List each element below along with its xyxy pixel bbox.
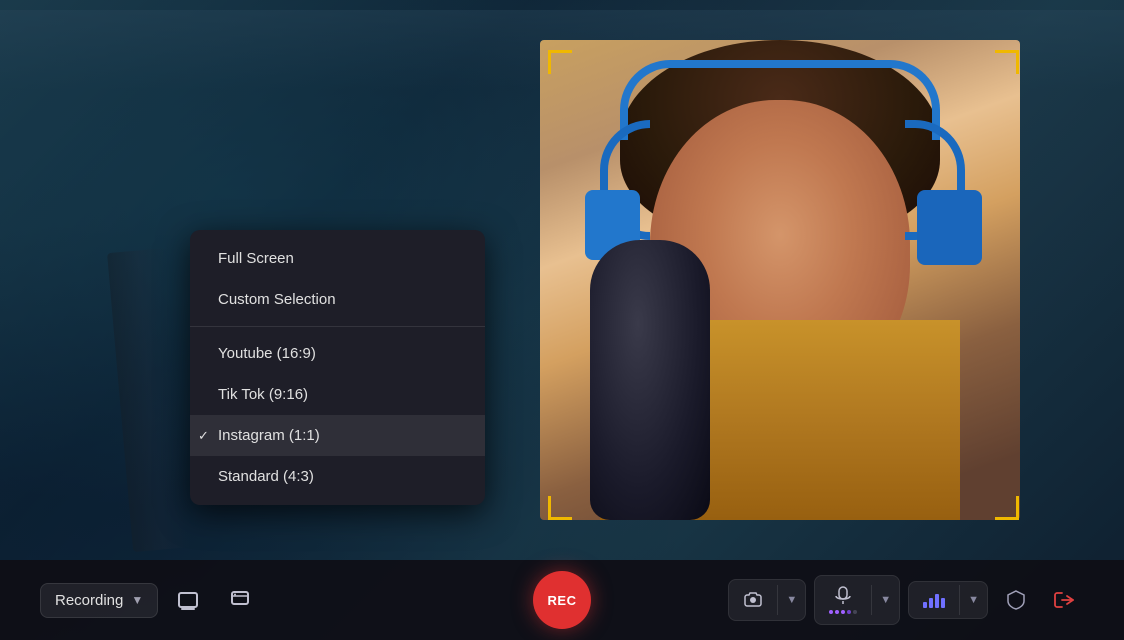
signal-bar-3 <box>935 594 939 608</box>
mic-dot-3 <box>841 610 845 614</box>
ear-cup-right <box>917 190 982 265</box>
shield-button[interactable] <box>996 580 1036 620</box>
toolbar-left: Recording ▼ <box>40 582 258 618</box>
camera-icon <box>743 590 763 610</box>
camera-chevron[interactable]: ▼ <box>778 584 805 616</box>
rec-label: REC <box>548 593 577 608</box>
audio-level-control-group: ▼ <box>908 581 988 619</box>
mic-level-dots <box>829 610 857 614</box>
capture-mode-dropdown: Full Screen Custom Selection Youtube (16… <box>190 230 485 505</box>
window-capture-icon <box>229 589 251 611</box>
frame-corner-tr <box>995 50 1019 74</box>
menu-item-tiktok[interactable]: Tik Tok (9:16) <box>190 374 485 415</box>
menu-item-youtube-label: Youtube (16:9) <box>218 345 316 362</box>
frame-corner-bl <box>548 496 572 520</box>
mic-control-group: ▼ <box>814 575 900 625</box>
window-capture-button[interactable] <box>222 582 258 618</box>
shield-icon <box>1005 589 1027 611</box>
frame-corner-tl <box>548 50 572 74</box>
mic-foreground <box>590 240 710 520</box>
recording-label: Recording <box>55 592 123 609</box>
check-icon: ✓ <box>198 428 209 444</box>
mic-dot-2 <box>835 610 839 614</box>
signal-bar-1 <box>923 602 927 608</box>
toolbar-icons <box>170 582 258 618</box>
screen-capture-button[interactable] <box>170 582 206 618</box>
frame-corner-br <box>995 496 1019 520</box>
screen-capture-icon <box>177 589 199 611</box>
menu-item-instagram-label: Instagram (1:1) <box>218 427 320 444</box>
toolbar: Recording ▼ REC <box>0 560 1124 640</box>
mic-dot-1 <box>829 610 833 614</box>
menu-item-standard-label: Standard (4:3) <box>218 468 314 485</box>
chevron-down-icon: ▼ <box>131 593 143 607</box>
audio-level-button[interactable] <box>909 582 959 618</box>
camera-preview <box>540 40 1020 520</box>
mic-dot-5 <box>853 610 857 614</box>
toolbar-right: ▼ ▼ <box>728 575 1084 625</box>
person <box>540 40 1020 520</box>
audio-chevron[interactable]: ▼ <box>960 584 987 616</box>
toolbar-center: REC <box>533 571 591 629</box>
menu-item-custom-selection[interactable]: Custom Selection <box>190 279 485 320</box>
exit-icon <box>1053 589 1075 611</box>
signal-bars <box>923 592 945 608</box>
mic-chevron[interactable]: ▼ <box>872 584 899 616</box>
camera-control-group: ▼ <box>728 579 806 621</box>
menu-item-standard[interactable]: Standard (4:3) <box>190 456 485 497</box>
exit-button[interactable] <box>1044 580 1084 620</box>
menu-item-tiktok-label: Tik Tok (9:16) <box>218 386 308 403</box>
mic-button[interactable] <box>815 576 871 624</box>
menu-item-full-screen-label: Full Screen <box>218 250 294 267</box>
mic-dot-4 <box>847 610 851 614</box>
signal-bar-2 <box>929 598 933 608</box>
menu-item-instagram[interactable]: ✓ Instagram (1:1) <box>190 415 485 456</box>
menu-item-youtube[interactable]: Youtube (16:9) <box>190 333 485 374</box>
menu-divider <box>190 326 485 327</box>
menu-item-custom-selection-label: Custom Selection <box>218 291 336 308</box>
signal-bar-4 <box>941 598 945 608</box>
camera-button[interactable] <box>729 580 777 620</box>
recording-dropdown[interactable]: Recording ▼ <box>40 583 158 618</box>
rec-button[interactable]: REC <box>533 571 591 629</box>
menu-item-full-screen[interactable]: Full Screen <box>190 238 485 279</box>
mic-icon <box>834 586 852 606</box>
